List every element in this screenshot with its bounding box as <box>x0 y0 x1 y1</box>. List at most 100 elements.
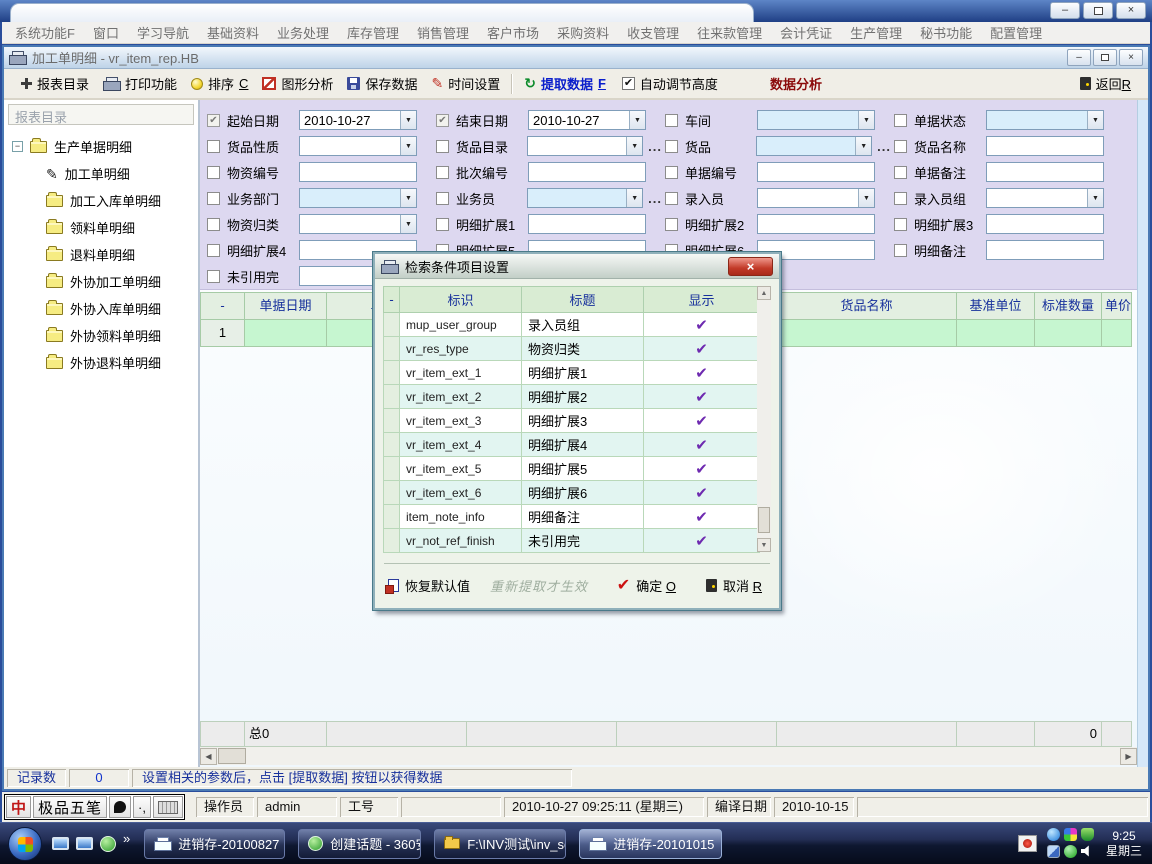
chevron-down-icon[interactable]: ▼ <box>400 189 416 207</box>
show-desktop-icon[interactable] <box>52 837 69 850</box>
shown-checkmark-icon[interactable]: ✔ <box>644 505 760 529</box>
checkbox[interactable] <box>894 114 907 127</box>
menu-item[interactable]: 生产管理 <box>841 21 911 44</box>
row-selector[interactable] <box>384 409 400 433</box>
grid-cell[interactable]: 1 <box>200 320 245 347</box>
chevron-down-icon[interactable]: ▼ <box>858 111 874 129</box>
dropdown[interactable]: ▼ <box>527 136 643 156</box>
checkbox[interactable] <box>207 140 220 153</box>
overflow-chevron-icon[interactable]: » <box>123 831 130 846</box>
tree-item[interactable]: 外协退料单明细 <box>8 349 194 376</box>
taskbar-button[interactable]: 进销存-20101015 <box>579 829 722 859</box>
tree-item[interactable]: 领料单明细 <box>8 214 194 241</box>
chevron-down-icon[interactable]: ▼ <box>1087 111 1103 129</box>
checkbox[interactable] <box>436 166 449 179</box>
dialog-column-header[interactable]: 标题 <box>522 287 644 313</box>
text-input[interactable] <box>299 162 417 182</box>
volume-icon[interactable] <box>1081 845 1094 858</box>
table-row[interactable]: vr_item_ext_1明细扩展1✔ <box>384 361 760 385</box>
ime-name[interactable]: 极品五笔 <box>33 796 107 818</box>
scroll-down-button[interactable]: ▼ <box>757 538 771 552</box>
toolbar-button[interactable]: 保存数据 <box>340 71 424 96</box>
text-input[interactable] <box>986 214 1104 234</box>
checkbox[interactable] <box>436 192 449 205</box>
ime-punctuation-toggle[interactable]: ·, <box>133 796 151 818</box>
shown-checkmark-icon[interactable]: ✔ <box>644 313 760 337</box>
dialog-scrollbar[interactable]: ▲ ▼ <box>757 286 771 552</box>
shown-checkmark-icon[interactable]: ✔ <box>644 529 760 553</box>
column-header[interactable]: - <box>200 292 245 320</box>
menu-item[interactable]: 采购资料 <box>548 21 618 44</box>
tree-item[interactable]: 外协领料单明细 <box>8 322 194 349</box>
shown-checkmark-icon[interactable]: ✔ <box>644 457 760 481</box>
menu-item[interactable]: 基础资料 <box>198 21 268 44</box>
dropdown[interactable]: ▼ <box>299 214 417 234</box>
360-safety-icon[interactable] <box>100 836 116 852</box>
start-button[interactable] <box>8 827 42 861</box>
chevron-down-icon[interactable]: ▼ <box>629 111 645 129</box>
checkbox[interactable] <box>207 166 220 179</box>
data-analysis-button[interactable]: 数据分析 <box>763 71 829 96</box>
dropdown[interactable]: ▼ <box>299 136 417 156</box>
checkbox[interactable] <box>894 218 907 231</box>
taskbar-button[interactable]: F:\INV测试\inv_se... <box>434 829 566 859</box>
scroll-right-button[interactable]: ▶ <box>1120 748 1137 765</box>
tree-item[interactable]: 退料单明细 <box>8 241 194 268</box>
chevron-down-icon[interactable]: ▼ <box>400 111 416 129</box>
toolbar-button[interactable]: ✎时间设置 <box>424 71 507 96</box>
scrollbar-thumb[interactable] <box>218 748 246 764</box>
chevron-down-icon[interactable]: ▼ <box>858 189 874 207</box>
qq-icon[interactable] <box>1047 828 1060 841</box>
checkbox[interactable] <box>665 218 678 231</box>
text-input[interactable] <box>986 162 1104 182</box>
dialog-close-button[interactable]: × <box>728 257 773 276</box>
return-button[interactable]: 返回R <box>1073 71 1138 96</box>
checkbox[interactable] <box>207 244 220 257</box>
menu-item[interactable]: 秘书功能 <box>911 21 981 44</box>
row-selector[interactable] <box>384 481 400 505</box>
tree-item[interactable]: 加工入库单明细 <box>8 187 194 214</box>
row-selector[interactable] <box>384 433 400 457</box>
text-input[interactable] <box>757 162 875 182</box>
window-minimize-button[interactable]: – <box>1050 2 1080 19</box>
dropdown[interactable]: ▼ <box>986 188 1104 208</box>
toolbar-button[interactable]: 打印功能 <box>96 71 184 96</box>
checkbox[interactable] <box>207 218 220 231</box>
menu-item[interactable]: 窗口 <box>84 21 128 44</box>
column-header[interactable]: 基准单位 <box>957 292 1035 320</box>
menu-item[interactable]: 业务处理 <box>268 21 338 44</box>
dropdown[interactable]: ▼ <box>299 188 417 208</box>
grid-cell[interactable] <box>1035 320 1102 347</box>
shield-icon[interactable] <box>1081 828 1094 841</box>
chevron-down-icon[interactable]: ▼ <box>400 137 416 155</box>
dialog-column-header[interactable]: 标识 <box>400 287 522 313</box>
chevron-down-icon[interactable]: ▼ <box>1087 189 1103 207</box>
menu-item[interactable]: 库存管理 <box>338 21 408 44</box>
column-header[interactable]: 标准数量 <box>1035 292 1102 320</box>
ellipsis-button[interactable]: ... <box>648 139 662 154</box>
column-header[interactable]: 单价 <box>1102 292 1132 320</box>
shown-checkmark-icon[interactable]: ✔ <box>644 481 760 505</box>
toolbar-button[interactable]: 图形分析 <box>255 71 340 96</box>
menu-item[interactable]: 销售管理 <box>408 21 478 44</box>
tray-app-icon[interactable] <box>1018 835 1037 852</box>
text-input[interactable] <box>528 162 646 182</box>
checkbox[interactable] <box>894 192 907 205</box>
grid-cell[interactable] <box>777 320 957 347</box>
mdi-close-button[interactable]: × <box>1119 49 1143 66</box>
row-selector[interactable] <box>384 337 400 361</box>
checkbox[interactable] <box>207 192 220 205</box>
checkbox[interactable] <box>894 244 907 257</box>
scroll-up-button[interactable]: ▲ <box>757 286 771 300</box>
row-selector[interactable] <box>384 457 400 481</box>
table-row[interactable]: vr_item_ext_3明细扩展3✔ <box>384 409 760 433</box>
shown-checkmark-icon[interactable]: ✔ <box>644 337 760 361</box>
tree-item[interactable]: 外协加工单明细 <box>8 268 194 295</box>
dialog-column-header[interactable]: - <box>384 287 400 313</box>
row-selector[interactable] <box>384 361 400 385</box>
dialog-column-header[interactable]: 显示 <box>644 287 760 313</box>
menu-item[interactable]: 配置管理 <box>981 21 1051 44</box>
menu-item[interactable]: 会计凭证 <box>771 21 841 44</box>
shown-checkmark-icon[interactable]: ✔ <box>644 409 760 433</box>
text-input[interactable] <box>986 136 1104 156</box>
